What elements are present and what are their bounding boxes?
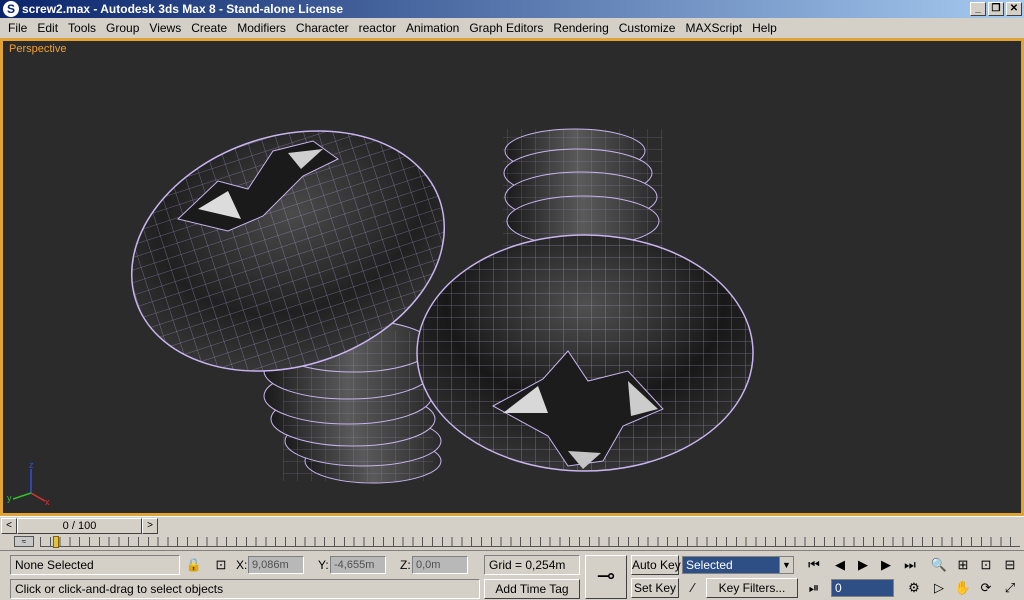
- zoom-extents-all-icon[interactable]: ⊟: [1000, 555, 1020, 575]
- track-bar[interactable]: ≈: [0, 534, 1024, 550]
- grid-size: Grid = 0,254m: [484, 555, 580, 575]
- go-to-end-icon[interactable]: ⏭: [900, 555, 920, 575]
- track-ticks[interactable]: [40, 537, 1020, 547]
- selection-status: None Selected: [10, 555, 180, 575]
- time-slider-bar: < 0 / 100 >: [0, 516, 1024, 534]
- right-screw-thread[interactable]: [503, 128, 663, 249]
- menu-help[interactable]: Help: [747, 18, 782, 38]
- window-controls: _ ❐ ✕: [970, 2, 1022, 16]
- menu-rendering[interactable]: Rendering: [548, 18, 613, 38]
- zoom-icon[interactable]: 🔍: [929, 555, 949, 575]
- app-icon[interactable]: S: [3, 1, 19, 17]
- next-frame-icon[interactable]: ▶: [876, 555, 896, 575]
- time-configuration-icon[interactable]: ⚙: [904, 578, 924, 598]
- status-panel: None Selected Click or click-and-drag to…: [0, 550, 1024, 600]
- restore-button[interactable]: ❐: [988, 2, 1004, 16]
- menu-group[interactable]: Group: [101, 18, 144, 38]
- set-key-button[interactable]: Set Key: [631, 578, 679, 598]
- right-screw-head[interactable]: [416, 234, 754, 472]
- track-bar-mini-curve-icon[interactable]: ≈: [14, 536, 34, 547]
- perspective-viewport[interactable]: Perspective z y x: [0, 38, 1024, 516]
- axis-x-label: x: [45, 497, 50, 507]
- menu-edit[interactable]: Edit: [32, 18, 63, 38]
- menu-bar: File Edit Tools Group Views Create Modif…: [0, 18, 1024, 38]
- menu-modifiers[interactable]: Modifiers: [232, 18, 291, 38]
- set-key-big-button[interactable]: ⊸: [585, 555, 627, 599]
- menu-views[interactable]: Views: [144, 18, 186, 38]
- x-coordinate-field[interactable]: 9,086m: [248, 556, 304, 574]
- key-filters-button[interactable]: Key Filters...: [706, 578, 798, 598]
- axis-z-label: z: [29, 460, 34, 470]
- menu-maxscript[interactable]: MAXScript: [680, 18, 747, 38]
- auto-key-button[interactable]: Auto Key: [631, 555, 681, 575]
- pan-view-icon[interactable]: ✋: [953, 578, 973, 598]
- selection-set-dropdown[interactable]: Selected ▼: [682, 556, 794, 574]
- z-coordinate-field[interactable]: 0,0m: [412, 556, 468, 574]
- prompt-line: Click or click-and-drag to select object…: [10, 579, 480, 599]
- arc-rotate-icon[interactable]: ⟳: [976, 578, 996, 598]
- menu-reactor[interactable]: reactor: [354, 18, 401, 38]
- maximize-viewport-icon[interactable]: ⤢: [1000, 578, 1020, 598]
- lock-icon[interactable]: 🔒: [184, 555, 204, 575]
- menu-file[interactable]: File: [3, 18, 32, 38]
- time-prev-button[interactable]: <: [1, 518, 17, 534]
- scene-render[interactable]: [3, 41, 1021, 513]
- previous-frame-icon[interactable]: ◀: [830, 555, 850, 575]
- time-slider[interactable]: 0 / 100: [17, 518, 142, 534]
- axis-y-label: y: [7, 493, 12, 503]
- field-of-view-icon[interactable]: ▷: [929, 578, 949, 598]
- menu-create[interactable]: Create: [186, 18, 232, 38]
- z-label: Z:: [400, 558, 411, 572]
- play-icon[interactable]: ▶: [853, 555, 873, 575]
- zoom-all-icon[interactable]: ⊞: [953, 555, 973, 575]
- time-next-button[interactable]: >: [142, 518, 158, 534]
- x-label: X:: [236, 558, 248, 572]
- go-to-start-icon[interactable]: ⏮: [804, 555, 824, 575]
- y-label: Y:: [318, 558, 329, 572]
- menu-character[interactable]: Character: [291, 18, 354, 38]
- key-icon: ⊸: [596, 563, 616, 588]
- menu-graph-editors[interactable]: Graph Editors: [464, 18, 548, 38]
- y-coordinate-field[interactable]: -4,655m: [330, 556, 386, 574]
- chevron-down-icon[interactable]: ▼: [779, 557, 793, 573]
- absolute-mode-icon[interactable]: ⊡: [211, 555, 231, 575]
- window-title: screw2.max - Autodesk 3ds Max 8 - Stand-…: [22, 2, 343, 16]
- selection-set-value: Selected: [686, 558, 733, 572]
- zoom-extents-icon[interactable]: ⊡: [976, 555, 996, 575]
- menu-customize[interactable]: Customize: [614, 18, 681, 38]
- close-button[interactable]: ✕: [1006, 2, 1022, 16]
- menu-animation[interactable]: Animation: [401, 18, 464, 38]
- current-frame-marker[interactable]: [53, 536, 59, 548]
- key-mode-toggle-icon[interactable]: ⏯: [804, 578, 824, 598]
- add-time-tag-button[interactable]: Add Time Tag: [484, 579, 580, 599]
- title-bar: S screw2.max - Autodesk 3ds Max 8 - Stan…: [0, 0, 1024, 18]
- default-in-out-tangent-icon[interactable]: ⁄: [683, 578, 703, 598]
- current-frame-field[interactable]: 0: [831, 579, 894, 597]
- minimize-button[interactable]: _: [970, 2, 986, 16]
- menu-tools[interactable]: Tools: [63, 18, 101, 38]
- axis-gizmo: z y x: [7, 460, 50, 507]
